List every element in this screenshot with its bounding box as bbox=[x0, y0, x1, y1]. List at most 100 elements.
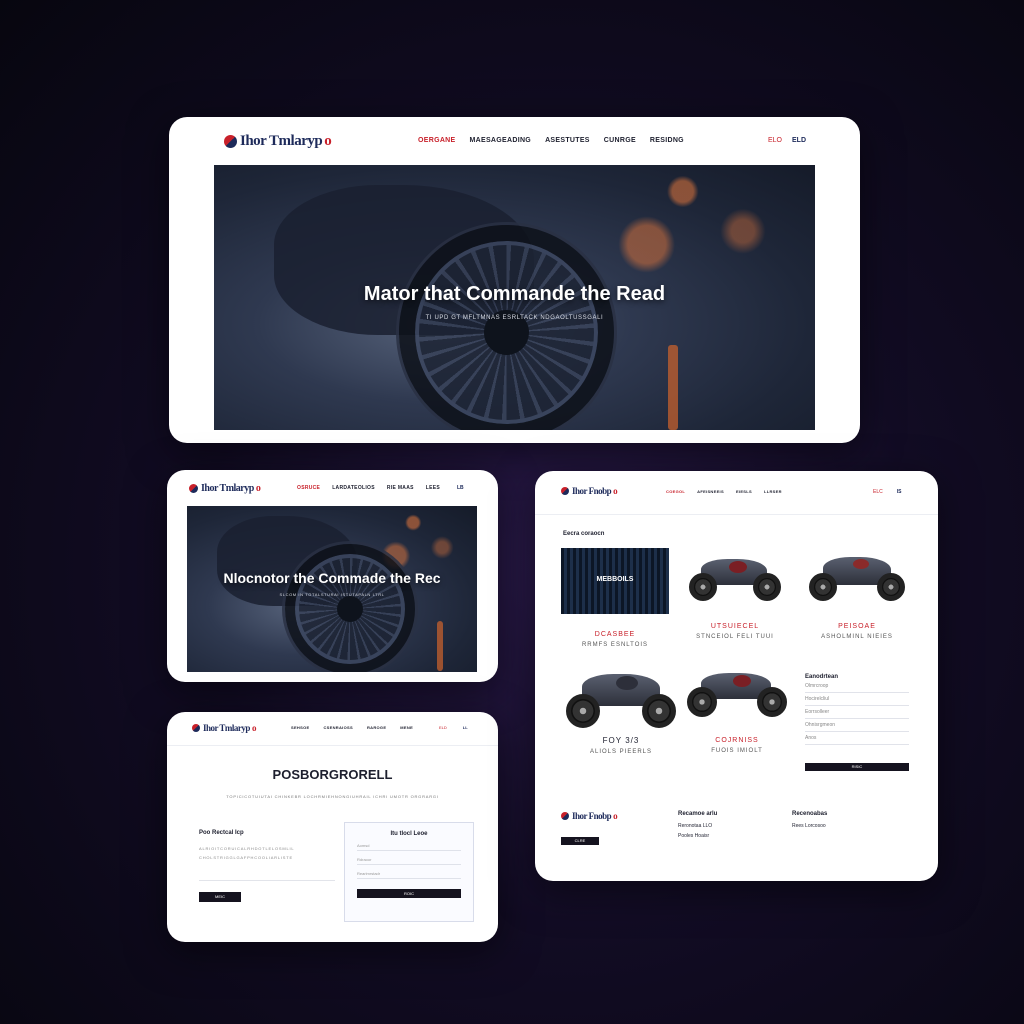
feature-tile[interactable]: MEBBOILS bbox=[561, 548, 669, 614]
form-field-3[interactable]: Rearlmrstadr bbox=[357, 865, 461, 879]
contact-line-1: ALRIOITCORUICALRHDOTLELOSMLIL bbox=[199, 846, 295, 851]
nav-item-2[interactable]: AFEISNEEIS bbox=[697, 489, 724, 494]
page-description: TOPICICOTUIUTAI CHINKEBR LOCHRMIEHNONGIU… bbox=[226, 794, 439, 799]
filter-option[interactable]: Anos bbox=[805, 732, 909, 745]
screen-tablet-hero: Ihor Tmlaryp o OSRUCE LARDATEOLIOS RIE M… bbox=[167, 470, 498, 682]
nav-item-2[interactable]: MAESAGEADING bbox=[470, 137, 532, 144]
nav-item-3[interactable]: ASESTUTES bbox=[545, 137, 590, 144]
nav-item-4[interactable]: LEES bbox=[426, 485, 440, 491]
product-card[interactable]: FOY 3/3 ALIOLS PIEERLS bbox=[563, 666, 679, 755]
motorcycle-image bbox=[689, 551, 781, 603]
filter-option[interactable]: Hocirelcliul bbox=[805, 693, 909, 706]
screen-contact-page: Ihor Tmlaryp o SEHSOE CSENRAIOSS RAROGE … bbox=[167, 712, 498, 942]
brand-logo[interactable]: Ihor Fnobp o bbox=[561, 486, 618, 496]
contact-form: Itu tlocl Leoe Aomsd Rdraoor Rearlmrstad… bbox=[344, 822, 474, 922]
nav-right: LB bbox=[457, 485, 464, 491]
brand-logo[interactable]: Ihor Tmlaryp o bbox=[224, 133, 332, 150]
filter-panel: Eanodrtean Olmrcroop Hocirelcliul Eorrso… bbox=[805, 674, 909, 771]
main-menu: COEGOL AFEISNEEIS EIESLS LLRSER bbox=[666, 489, 782, 494]
brand-logo[interactable]: Ihor Tmlaryp o bbox=[189, 483, 261, 494]
nav-item-1[interactable]: SEHSOE bbox=[291, 725, 309, 730]
top-nav: Ihor Tmlaryp o OSRUCE LARDATEOLIOS RIE M… bbox=[167, 470, 498, 506]
user-menu[interactable]: LL bbox=[463, 725, 468, 730]
nav-item-5[interactable]: RESIDNG bbox=[650, 137, 684, 144]
footer-col2-line[interactable]: Rees Lorcosoo bbox=[792, 823, 827, 829]
logo-mark-icon bbox=[561, 812, 569, 820]
nav-item-3[interactable]: EIESLS bbox=[736, 489, 752, 494]
user-menu[interactable]: IS bbox=[897, 489, 902, 495]
footer-button[interactable]: CLRE bbox=[561, 837, 599, 845]
brand-name: Ihor Tmlaryp bbox=[201, 483, 254, 494]
product-card[interactable]: UTSUIECEL STNCEIOL FELI TUUI bbox=[685, 551, 785, 640]
main-menu: OSRUCE LARDATEOLIOS RIE MAAS LEES bbox=[297, 485, 440, 491]
nav-item-1[interactable]: OSRUCE bbox=[297, 485, 320, 491]
nav-item-1[interactable]: COEGOL bbox=[666, 489, 685, 494]
hero-subtitle: TI UPD GT MFLTMNAS ESRLTACK NDGAOLTUSSGA… bbox=[425, 315, 604, 321]
footer-column-2: Recenoabas Rees Lorcosoo bbox=[792, 811, 827, 829]
brand-name: Ihor Fnobp bbox=[572, 486, 612, 496]
product-name: PEISOAE bbox=[838, 623, 876, 630]
product-name: COJRNISS bbox=[715, 737, 759, 744]
nav-item-4[interactable]: LLRSER bbox=[764, 489, 782, 494]
product-card[interactable]: DCASBEE RRMFS ESNLTOIS bbox=[575, 631, 655, 648]
nav-item-1[interactable]: OERGANE bbox=[418, 137, 456, 144]
hero-banner: Mator that Commande the Read TI UPD GT M… bbox=[214, 165, 815, 430]
logo-mark-icon bbox=[189, 484, 198, 493]
product-name: FOY 3/3 bbox=[602, 736, 640, 745]
form-submit-button[interactable]: ROIC bbox=[357, 889, 461, 898]
product-name: UTSUIECEL bbox=[710, 623, 760, 630]
feature-overlay-text: MEBBOILS bbox=[596, 576, 634, 583]
footer-col1-line[interactable]: Reronotaa LLO bbox=[678, 823, 717, 829]
brand-tail: o bbox=[255, 483, 261, 494]
contact-divider bbox=[199, 880, 335, 881]
screen-desktop-hero: Ihor Tmlaryp o OERGANE MAESAGEADING ASES… bbox=[169, 117, 860, 443]
footer-brand-name: Ihor Fnobp bbox=[572, 811, 612, 821]
filter-option[interactable]: Ohnisrgmeon bbox=[805, 719, 909, 732]
nav-right: ELD LL bbox=[439, 725, 468, 730]
footer-col1-title: Recamoe arlu bbox=[678, 811, 718, 817]
brand-tail: o bbox=[613, 486, 618, 496]
contact-cta-button[interactable]: MEIC bbox=[199, 892, 241, 902]
product-meta: RRMFS ESNLTOIS bbox=[581, 642, 649, 648]
filter-option[interactable]: Eorrsolleer bbox=[805, 706, 909, 719]
light-streak bbox=[668, 345, 678, 430]
footer-col1-line[interactable]: Pooles Hoaisr bbox=[678, 833, 717, 839]
nav-item-4[interactable]: CUNRGE bbox=[604, 137, 636, 144]
screen-product-catalog: Ihor Fnobp o COEGOL AFEISNEEIS EIESLS LL… bbox=[535, 471, 938, 881]
language-switch[interactable]: ELC bbox=[873, 489, 883, 495]
section-title: Eecra coraocn bbox=[563, 531, 605, 537]
contact-heading: Poo Rectcal Icp bbox=[199, 830, 244, 836]
hero-title: Nlocnotor the Commade the Rec bbox=[223, 570, 441, 586]
nav-item-2[interactable]: CSENRAIOSS bbox=[323, 725, 352, 730]
top-nav: Ihor Tmlaryp o SEHSOE CSENRAIOSS RAROGE … bbox=[167, 712, 498, 746]
product-card[interactable]: COJRNISS FUOIS IMIOLT bbox=[685, 667, 789, 754]
footer-col2-title: Recenoabas bbox=[792, 811, 828, 817]
user-menu[interactable]: ELD bbox=[792, 137, 806, 144]
product-meta: STNCEIOL FELI TUUI bbox=[696, 634, 774, 640]
language-switch[interactable]: ELD bbox=[439, 725, 447, 730]
nav-item-3[interactable]: RAROGE bbox=[367, 725, 386, 730]
footer-logo[interactable]: Ihor Fnobp o bbox=[561, 811, 618, 821]
form-field-2[interactable]: Rdraoor bbox=[357, 851, 461, 865]
user-menu[interactable]: LB bbox=[457, 485, 464, 491]
product-meta: ALIOLS PIEERLS bbox=[589, 749, 653, 755]
language-switch[interactable]: ELO bbox=[768, 137, 782, 144]
form-field-1[interactable]: Aomsd bbox=[357, 837, 461, 851]
product-meta: ASHOLMINL NIEIES bbox=[821, 634, 893, 640]
product-meta: FUOIS IMIOLT bbox=[711, 748, 763, 754]
wheel-hub bbox=[337, 596, 363, 622]
product-card[interactable]: PEISOAE ASHOLMINL NIEIES bbox=[807, 551, 907, 640]
product-name: DCASBEE bbox=[594, 631, 636, 638]
nav-item-2[interactable]: LARDATEOLIOS bbox=[332, 485, 375, 491]
filter-option[interactable]: Olmrcroop bbox=[805, 680, 909, 693]
brand-tail: o bbox=[613, 811, 618, 821]
brand-logo[interactable]: Ihor Tmlaryp o bbox=[192, 723, 256, 733]
logo-mark-icon bbox=[224, 135, 237, 148]
motorcycle-image bbox=[687, 667, 787, 717]
nav-item-3[interactable]: RIE MAAS bbox=[387, 485, 414, 491]
main-menu: SEHSOE CSENRAIOSS RAROGE MENE bbox=[291, 725, 413, 730]
filter-apply-button[interactable]: RISIC bbox=[805, 763, 909, 771]
brand-tail: o bbox=[251, 723, 257, 733]
nav-item-4[interactable]: MENE bbox=[400, 725, 413, 730]
contact-line-2: CHOLSTRIGGLGAFPHCOOLIARLISTE bbox=[199, 855, 293, 860]
